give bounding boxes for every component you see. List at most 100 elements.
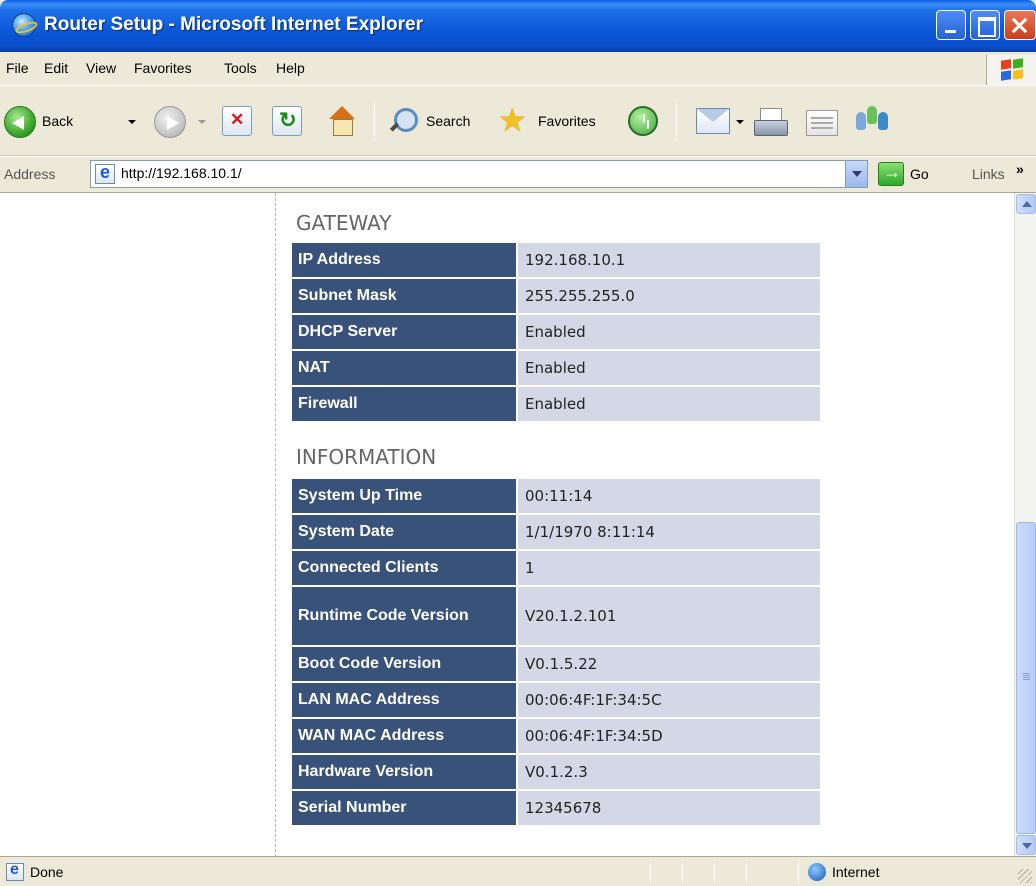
print-icon[interactable] [754,108,788,136]
star-icon: ★ [498,102,527,138]
status-panel-divider [746,860,747,884]
row-label: Firewall [292,387,518,423]
table-row: Connected Clients 1 [292,551,820,587]
row-value: V0.1.5.22 [518,647,820,683]
mail-icon [696,108,730,134]
internet-explorer-icon [12,13,36,37]
content-divider [275,193,276,856]
row-value: 192.168.10.1 [518,243,820,279]
table-row: System Up Time 00:11:14 [292,479,820,515]
go-arrow-icon[interactable] [878,162,904,186]
menu-tools[interactable]: Tools [224,60,257,76]
menu-edit[interactable]: Edit [44,60,68,76]
menu-help[interactable]: Help [276,60,305,76]
status-panel-divider [798,860,799,884]
windows-logo-icon [986,55,1036,85]
menu-file[interactable]: File [6,60,29,76]
information-table: System Up Time 00:11:14 System Date 1/1/19… [292,479,820,827]
back-dropdown-icon [128,120,136,124]
row-value: Enabled [518,315,820,351]
window-title: Router Setup - Microsoft Internet Explor… [44,14,423,35]
status-panel-divider [714,860,715,884]
links-button[interactable]: Links [972,166,1005,182]
row-label: Serial Number [292,791,518,827]
favorites-label: Favorites [538,113,596,129]
row-label: System Date [292,515,518,551]
address-bar: Address http://192.168.10.1/ Go Links » [0,156,1036,192]
back-button[interactable]: Back [0,86,150,156]
window-title-bar[interactable]: Router Setup - Microsoft Internet Explor… [0,0,1036,52]
mail-button[interactable] [696,86,746,156]
table-row: Firewall Enabled [292,387,820,423]
status-panel-divider [682,860,683,884]
forward-button[interactable] [150,86,210,156]
vertical-scrollbar[interactable] [1014,193,1036,856]
address-dropdown-button[interactable] [845,161,867,187]
page-content: GATEWAY IP Address 192.168.10.1 Subnet Ma… [0,192,1036,856]
minimize-button[interactable] [936,10,966,40]
address-input[interactable]: http://192.168.10.1/ [90,160,868,188]
resize-grip[interactable] [1018,869,1032,883]
go-button[interactable]: Go [910,166,929,182]
row-label: DHCP Server [292,315,518,351]
gateway-heading: GATEWAY [296,211,392,235]
row-value: V0.1.2.3 [518,755,820,791]
search-label: Search [426,113,471,129]
mail-dropdown-icon [736,120,744,124]
row-label: System Up Time [292,479,518,515]
toolbar-separator [676,101,677,141]
row-label: Subnet Mask [292,279,518,315]
menu-favorites[interactable]: Favorites [134,60,192,76]
toolbar-separator [374,101,375,141]
table-row: NAT Enabled [292,351,820,387]
row-value: V20.1.2.101 [518,587,820,647]
home-icon[interactable] [326,106,358,136]
scroll-up-button[interactable] [1016,194,1036,214]
messenger-icon[interactable] [856,106,890,136]
table-row: Subnet Mask 255.255.255.0 [292,279,820,315]
close-button[interactable] [1004,10,1036,40]
table-row: WAN MAC Address 00:06:4F:1F:34:5D [292,719,820,755]
favorites-button[interactable]: ★ Favorites [496,86,618,156]
back-arrow-icon [4,106,36,138]
menu-bar: File Edit View Favorites Tools Help [0,52,1036,86]
history-icon[interactable] [628,106,658,136]
search-icon [388,106,418,136]
row-value: 1/1/1970 8:11:14 [518,515,820,551]
row-label: Hardware Version [292,755,518,791]
back-label: Back [42,113,74,129]
forward-arrow-icon [154,106,186,138]
links-chevron-icon[interactable]: » [1016,161,1024,177]
internet-zone-icon [808,863,826,881]
maximize-button[interactable] [970,10,1000,40]
scroll-thumb[interactable] [1016,522,1036,834]
stop-icon[interactable] [222,106,252,136]
scroll-down-button[interactable] [1016,835,1036,855]
row-value: 00:06:4F:1F:34:5D [518,719,820,755]
row-value: 00:06:4F:1F:34:5C [518,683,820,719]
row-label: WAN MAC Address [292,719,518,755]
row-value: Enabled [518,387,820,423]
row-label: Boot Code Version [292,647,518,683]
search-button[interactable]: Search [384,86,484,156]
status-text: Done [30,864,64,880]
gateway-table: IP Address 192.168.10.1 Subnet Mask 255.25… [292,243,820,423]
table-row: Boot Code Version V0.1.5.22 [292,647,820,683]
information-heading: INFORMATION [296,445,437,469]
security-zone-label: Internet [832,864,880,880]
row-label: IP Address [292,243,518,279]
table-row: DHCP Server Enabled [292,315,820,351]
row-label: LAN MAC Address [292,683,518,719]
table-row: LAN MAC Address 00:06:4F:1F:34:5C [292,683,820,719]
row-label: Connected Clients [292,551,518,587]
menu-view[interactable]: View [86,60,116,76]
standard-toolbar: Back Search ★ Favorites [0,86,1036,156]
table-row: System Date 1/1/1970 8:11:14 [292,515,820,551]
table-row: Hardware Version V0.1.2.3 [292,755,820,791]
row-value: 00:11:14 [518,479,820,515]
refresh-icon[interactable] [272,106,302,136]
address-url[interactable]: http://192.168.10.1/ [121,165,242,181]
row-value: Enabled [518,351,820,387]
table-row: IP Address 192.168.10.1 [292,243,820,279]
edit-icon[interactable] [806,110,838,136]
